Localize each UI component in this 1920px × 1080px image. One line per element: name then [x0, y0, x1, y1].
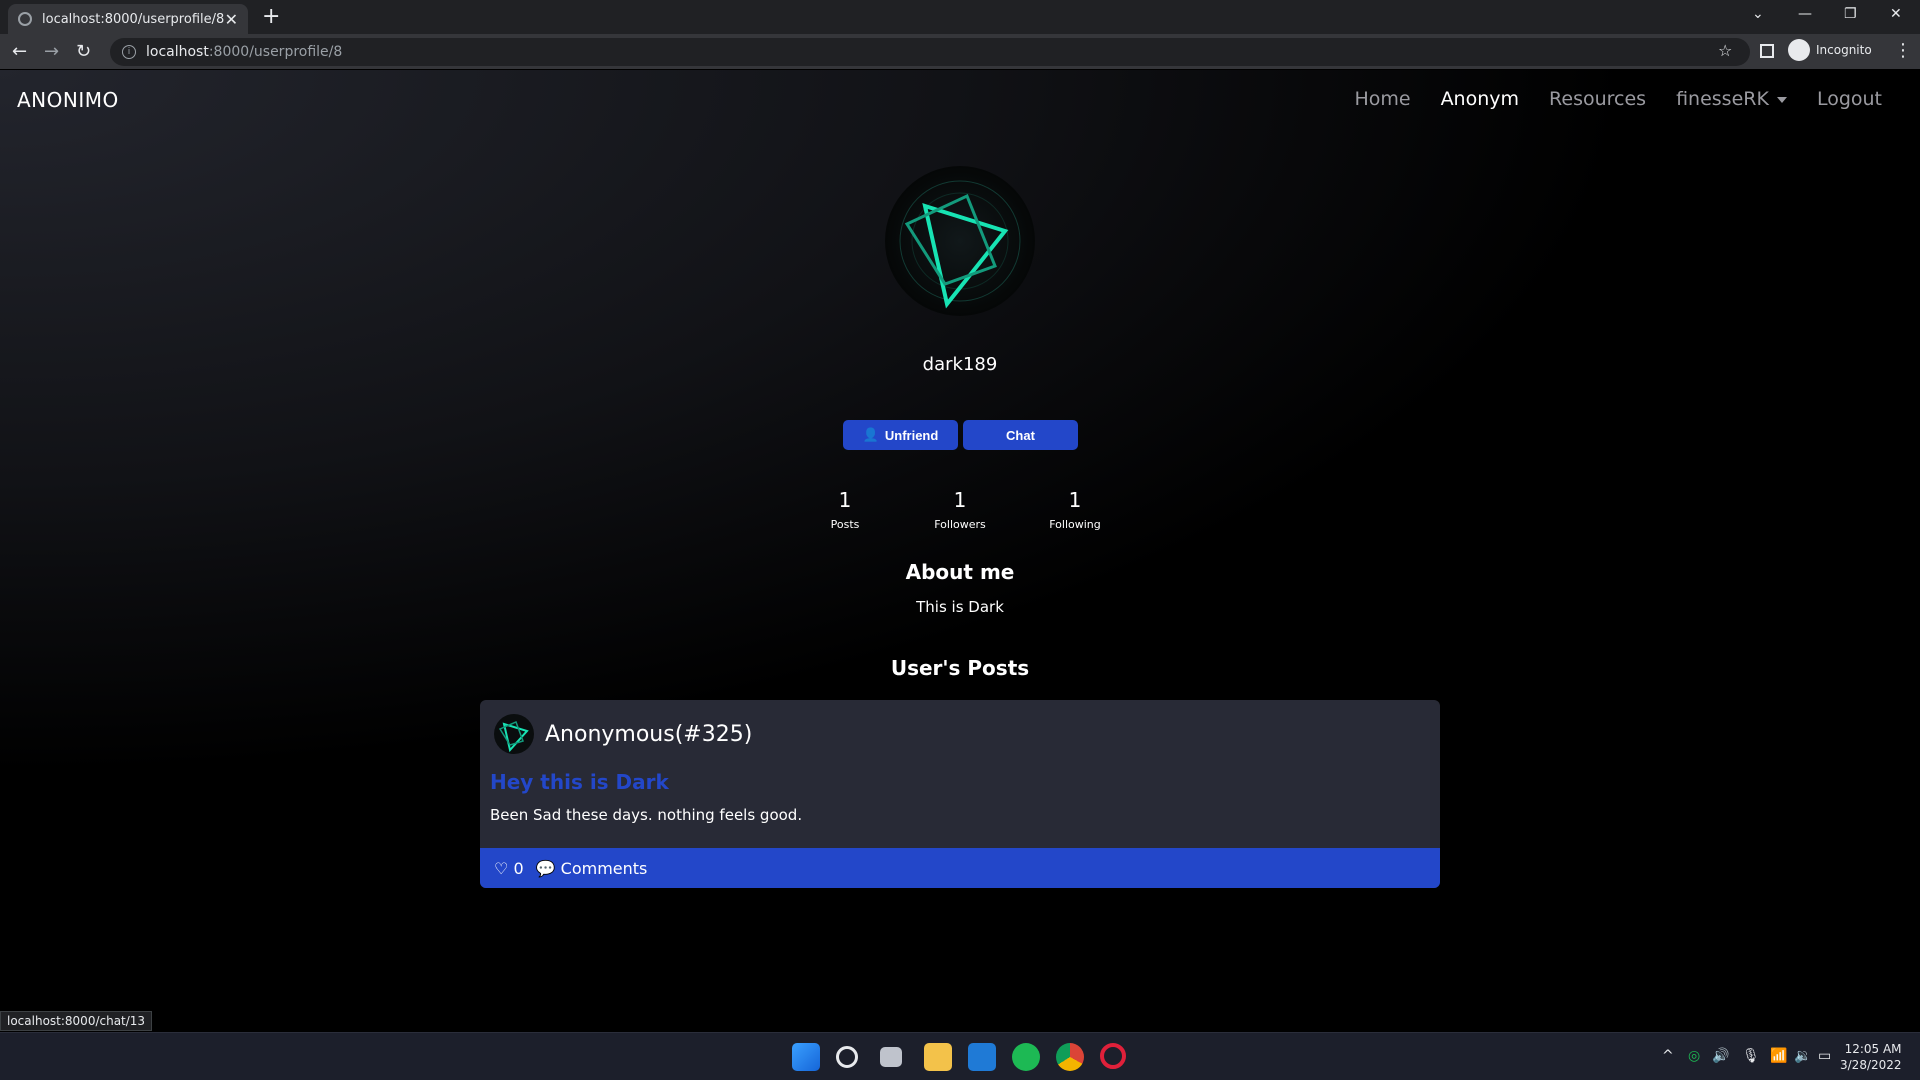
triangle-logo-icon	[498, 720, 529, 753]
main-nav: Home Anonym Resources finesseRK Logout	[1354, 88, 1882, 110]
window-close-icon[interactable]: ✕	[1890, 6, 1902, 22]
stat-followers: 1 Followers	[910, 488, 1010, 531]
comments-label: Comments	[560, 858, 648, 878]
page-content: ANONIMO Home Anonym Resources finesseRK …	[0, 70, 1920, 898]
vscode-icon[interactable]	[968, 1043, 996, 1071]
post-author: Anonymous(#325)	[545, 722, 753, 747]
url-path: :8000/userprofile/8	[208, 44, 343, 60]
windows-start-icon[interactable]	[792, 1043, 820, 1071]
triangle-logo-icon	[899, 180, 1021, 309]
browser-tab-strip: localhost:8000/userprofile/8 ✕ + ⌄ — ❐ ✕	[0, 0, 1920, 34]
stat-followers-label: Followers	[934, 518, 986, 531]
nav-home[interactable]: Home	[1354, 88, 1410, 110]
stat-following: 1 Following	[1025, 488, 1125, 531]
browser-tab[interactable]: localhost:8000/userprofile/8 ✕	[8, 4, 248, 34]
caret-down-icon	[1776, 96, 1787, 103]
tray-speaker-icon[interactable]: 🔊	[1712, 1048, 1729, 1064]
comment-icon: 💬	[535, 858, 556, 878]
back-icon[interactable]: ←	[12, 41, 27, 62]
tray-chevron-icon[interactable]: ^	[1662, 1048, 1674, 1064]
status-bar-url: localhost:8000/chat/13	[0, 1011, 153, 1031]
nav-user-dropdown[interactable]: finesseRK	[1676, 88, 1787, 110]
heart-icon: ♡	[494, 858, 509, 878]
site-brand[interactable]: ANONIMO	[17, 88, 119, 112]
spotify-icon[interactable]	[1012, 1043, 1040, 1071]
like-count: 0	[513, 858, 524, 878]
system-clock[interactable]: 12:05 AM 3/28/2022	[1840, 1041, 1902, 1073]
chat-button[interactable]: Chat	[963, 420, 1078, 450]
post-card: Anonymous(#325) Hey this is Dark Been Sa…	[480, 700, 1440, 888]
clock-time: 12:05 AM	[1844, 1042, 1902, 1056]
chat-label: Chat	[1006, 427, 1035, 443]
side-panel-icon[interactable]	[1760, 44, 1774, 58]
info-icon[interactable]: i	[122, 45, 136, 59]
close-tab-icon[interactable]: ✕	[225, 10, 238, 29]
nav-user-label: finesseRK	[1676, 88, 1769, 110]
nav-resources[interactable]: Resources	[1549, 88, 1646, 110]
post-title[interactable]: Hey this is Dark	[490, 770, 669, 794]
address-bar[interactable]: i localhost:8000/userprofile/8	[110, 38, 1750, 66]
tray-app-icon[interactable]: ◎	[1688, 1048, 1700, 1064]
browser-toolbar: ← → ↻ i localhost:8000/userprofile/8 ☆ I…	[0, 34, 1920, 70]
nav-logout[interactable]: Logout	[1817, 88, 1882, 110]
minimize-icon[interactable]: —	[1798, 6, 1812, 22]
bookmark-star-icon[interactable]: ☆	[1718, 41, 1732, 60]
incognito-icon	[1788, 39, 1810, 61]
unfriend-label: Unfriend	[884, 427, 939, 443]
profile-username: dark189	[922, 354, 998, 375]
stat-posts-label: Posts	[830, 518, 860, 531]
volume-icon[interactable]: 🔉	[1794, 1048, 1811, 1064]
stat-followers-value: 1	[953, 488, 967, 512]
tab-title: localhost:8000/userprofile/8	[42, 11, 225, 27]
posts-heading: User's Posts	[890, 656, 1030, 680]
search-icon[interactable]	[836, 1046, 858, 1068]
incognito-badge[interactable]: Incognito	[1788, 39, 1872, 61]
wifi-icon[interactable]: 📶	[1770, 1048, 1787, 1064]
incognito-label: Incognito	[1816, 43, 1872, 57]
url-host: localhost	[146, 44, 209, 60]
chrome-icon[interactable]	[1056, 1043, 1084, 1071]
reload-icon[interactable]: ↻	[76, 41, 91, 62]
battery-icon[interactable]: ▭	[1818, 1048, 1831, 1064]
nav-anonym[interactable]: Anonym	[1441, 88, 1519, 110]
post-body: Been Sad these days. nothing feels good.	[490, 806, 803, 824]
unfriend-button[interactable]: 👤 Unfriend	[843, 420, 958, 450]
browser-menu-icon[interactable]: ⋮	[1894, 40, 1912, 61]
tab-search-icon[interactable]: ⌄	[1752, 6, 1764, 22]
forward-icon[interactable]: →	[44, 41, 59, 62]
opera-icon[interactable]	[1100, 1043, 1126, 1069]
page-bottom	[0, 898, 1920, 1032]
clock-date: 3/28/2022	[1840, 1058, 1902, 1072]
user-minus-icon: 👤	[862, 427, 879, 442]
stat-following-value: 1	[1068, 488, 1082, 512]
new-tab-button[interactable]: +	[262, 4, 280, 29]
stat-posts: 1 Posts	[795, 488, 895, 531]
file-explorer-icon[interactable]	[924, 1043, 952, 1071]
profile-avatar	[885, 166, 1035, 316]
about-heading: About me	[905, 560, 1015, 584]
post-footer: ♡ 0 💬 Comments	[480, 848, 1440, 888]
task-view-icon[interactable]	[880, 1047, 902, 1067]
globe-icon	[18, 12, 32, 26]
comments-button[interactable]: 💬 Comments	[536, 859, 648, 878]
post-author-avatar	[494, 714, 534, 754]
microphone-icon[interactable]: 🎙	[1742, 1048, 1760, 1064]
stat-posts-value: 1	[838, 488, 852, 512]
taskbar: ^ ◎ 🔊 🎙 📶 🔉 ▭ 12:05 AM 3/28/2022	[0, 1032, 1920, 1080]
like-button[interactable]: ♡ 0	[494, 859, 524, 878]
about-text: This is Dark	[916, 598, 1004, 616]
stat-following-label: Following	[1049, 518, 1101, 531]
restore-icon[interactable]: ❐	[1844, 6, 1857, 22]
